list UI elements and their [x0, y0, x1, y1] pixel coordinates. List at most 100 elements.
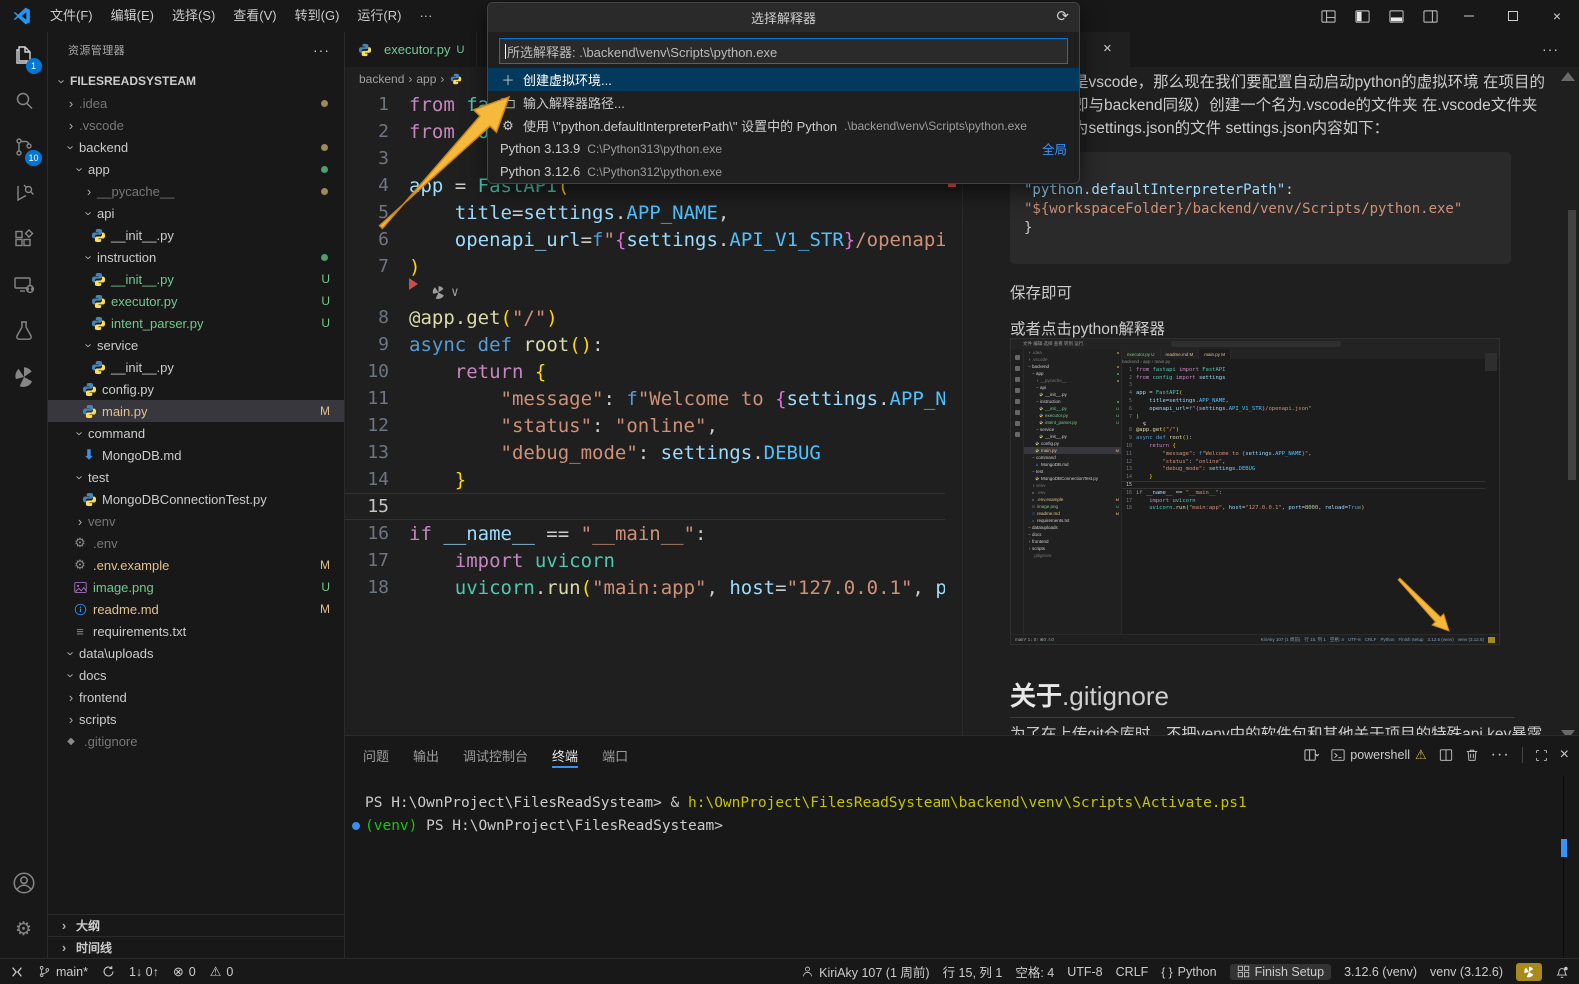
toggle-secondary-sidebar-icon[interactable]	[1413, 0, 1447, 32]
sidebar-more-icon[interactable]: ···	[313, 42, 330, 58]
panel-tab-问题[interactable]: 问题	[363, 736, 389, 774]
code-line-14[interactable]: 14 }	[345, 466, 945, 493]
code-line-6[interactable]: 6 openapi_url=f"{settings.API_V1_STR}/op…	[345, 226, 945, 253]
search-icon[interactable]	[0, 78, 48, 124]
explorer-row-executor-py[interactable]: executor.pyU	[48, 290, 344, 312]
account-icon[interactable]	[0, 860, 48, 906]
refresh-icon[interactable]: ⟳	[1056, 7, 1069, 25]
code-line-18[interactable]: 18 uvicorn.run("main:app", host="127.0.0…	[345, 574, 945, 601]
menu-item[interactable]: 选择(S)	[163, 0, 224, 32]
explorer-row-backend[interactable]: ›backend	[48, 136, 344, 158]
menu-item[interactable]: 查看(V)	[224, 0, 285, 32]
source-control-icon[interactable]: 10	[0, 124, 48, 170]
status-item-python[interactable]: { }Python	[1161, 965, 1216, 979]
panel-tab-终端[interactable]: 终端	[552, 736, 578, 774]
explorer-row--init-py[interactable]: __init__.py	[48, 224, 344, 246]
explorer-row-scripts[interactable]: ›scripts	[48, 708, 344, 730]
status-item--15-1[interactable]: 行 15, 列 1	[943, 962, 1003, 981]
status-item-pinwheel[interactable]	[1516, 963, 1542, 981]
explorer-row--env[interactable]: ⚙.env	[48, 532, 344, 554]
status-item-main-[interactable]: main*	[38, 965, 88, 979]
explorer-icon[interactable]: 1	[0, 32, 48, 78]
menu-item[interactable]: ···	[410, 0, 441, 32]
scroll-up-arrow-icon[interactable]	[1561, 72, 1575, 81]
kill-terminal-icon[interactable]	[1465, 748, 1479, 762]
remote-explorer-icon[interactable]	[0, 262, 48, 308]
code-line-16[interactable]: 16if __name__ == "__main__":	[345, 520, 945, 547]
menu-item[interactable]: 转到(G)	[286, 0, 349, 32]
code-line-17[interactable]: 17 import uvicorn	[345, 547, 945, 574]
explorer-row-test[interactable]: ›test	[48, 466, 344, 488]
explorer-row--pycache-[interactable]: ›__pycache__	[48, 180, 344, 202]
menu-item[interactable]: 文件(F)	[41, 0, 102, 32]
panel-tab-输出[interactable]: 输出	[413, 736, 439, 774]
code-line-15[interactable]: 15	[345, 493, 945, 520]
quick-pick-item[interactable]: ⚙使用 \"python.defaultInterpreterPath\" 设置…	[488, 114, 1079, 137]
panel-tab-端口[interactable]: 端口	[602, 736, 628, 774]
minimize-button[interactable]	[1447, 0, 1491, 32]
panel-tab-调试控制台[interactable]: 调试控制台	[463, 736, 528, 774]
code-line-7[interactable]: 7)	[345, 253, 945, 280]
explorer-row-MongoDB-md[interactable]: ⬇MongoDB.md	[48, 444, 344, 466]
tab-executor-py[interactable]: executor.py U	[345, 32, 477, 67]
preview-scrollbar[interactable]	[1568, 210, 1576, 480]
close-panel-icon[interactable]: ×	[1560, 746, 1569, 764]
item-badge[interactable]: 全局	[1042, 139, 1067, 158]
maximize-panel-icon[interactable]	[1535, 749, 1548, 762]
status-item-sync[interactable]	[102, 965, 115, 978]
panel-more-icon[interactable]: ···	[1491, 746, 1510, 764]
explorer-row--idea[interactable]: ›.idea	[48, 92, 344, 114]
explorer-row--env-example[interactable]: ⚙.env.exampleM	[48, 554, 344, 576]
workspace-root-row[interactable]: › FILESREADSYSTEAM	[48, 70, 344, 92]
status-item-0[interactable]: ⚠0	[210, 964, 234, 980]
toggle-sidebar-icon[interactable]	[1345, 0, 1379, 32]
status-item-remote[interactable]	[10, 965, 24, 979]
quick-pick-item[interactable]: Python 3.13.9C:\Python313\python.exe全局	[488, 137, 1079, 160]
explorer-row-instruction[interactable]: ›instruction	[48, 246, 344, 268]
close-tab-icon[interactable]: ×	[1103, 40, 1112, 57]
explorer-row--init-py[interactable]: __init__.pyU	[48, 268, 344, 290]
code-line-8[interactable]: 8@app.get("/")	[345, 304, 945, 331]
interpreter-search-input[interactable]: 所选解释器: .\backend\venv\Scripts\python.exe	[499, 38, 1068, 64]
status-item-0[interactable]: ⊗0	[173, 964, 196, 980]
menu-item[interactable]: 编辑(E)	[102, 0, 163, 32]
status-item-venv-3-12-6-[interactable]: venv (3.12.6)	[1430, 965, 1503, 979]
status-item-finish-setup[interactable]: Finish Setup	[1230, 964, 1331, 980]
explorer-row--init-py[interactable]: __init__.py	[48, 356, 344, 378]
status-item-utf-8[interactable]: UTF-8	[1067, 965, 1102, 979]
explorer-row--vscode[interactable]: ›.vscode	[48, 114, 344, 136]
menu-item[interactable]: 运行(R)	[348, 0, 410, 32]
explorer-row-MongoDBConnectionTest-py[interactable]: MongoDBConnectionTest.py	[48, 488, 344, 510]
explorer-row-docs[interactable]: ›docs	[48, 664, 344, 686]
code-line-13[interactable]: 13 "debug_mode": settings.DEBUG	[345, 439, 945, 466]
split-terminal-icon[interactable]	[1439, 748, 1453, 762]
terminal-scrollbar[interactable]	[1563, 776, 1564, 958]
explorer-row-venv[interactable]: ›venv	[48, 510, 344, 532]
launch-profile-icon[interactable]	[1304, 748, 1319, 763]
explorer-row-command[interactable]: ›command	[48, 422, 344, 444]
status-item-crlf[interactable]: CRLF	[1116, 965, 1149, 979]
code-line-11[interactable]: 11 "message": f"Welcome to {settings.APP…	[345, 385, 945, 412]
pinwheel-extension-icon[interactable]	[0, 354, 48, 400]
maximize-button[interactable]	[1491, 0, 1535, 32]
status-item-kiriaky-107-1-[interactable]: KiriAky 107 (1 周前)	[801, 962, 929, 981]
explorer-row-image-png[interactable]: image.pngU	[48, 576, 344, 598]
quick-pick-item[interactable]: ＋创建虚拟环境...	[488, 68, 1079, 91]
quick-pick-item[interactable]: Python 3.12.6C:\Python312\python.exe	[488, 160, 1079, 183]
status-item-3-12-6-venv-[interactable]: 3.12.6 (venv)	[1344, 965, 1417, 979]
status-item-1-0-[interactable]: 1↓ 0↑	[129, 965, 159, 979]
customize-layout-icon[interactable]	[1311, 0, 1345, 32]
explorer-row-config-py[interactable]: config.py	[48, 378, 344, 400]
code-line-12[interactable]: 12 "status": "online",	[345, 412, 945, 439]
close-window-button[interactable]: ×	[1535, 0, 1579, 32]
extensions-icon[interactable]	[0, 216, 48, 262]
explorer-row-app[interactable]: ›app	[48, 158, 344, 180]
timeline-section[interactable]: ›时间线	[48, 936, 344, 958]
explorer-row-readme-md[interactable]: readme.mdM	[48, 598, 344, 620]
terminal-instance[interactable]: powershell ⚠	[1331, 747, 1426, 763]
code-line-5[interactable]: 5 title=settings.APP_NAME,	[345, 199, 945, 226]
run-debug-icon[interactable]	[0, 170, 48, 216]
inline-ai-widget[interactable]: ∨	[345, 280, 945, 304]
explorer-row-api[interactable]: ›api	[48, 202, 344, 224]
code-line-10[interactable]: 10 return {	[345, 358, 945, 385]
